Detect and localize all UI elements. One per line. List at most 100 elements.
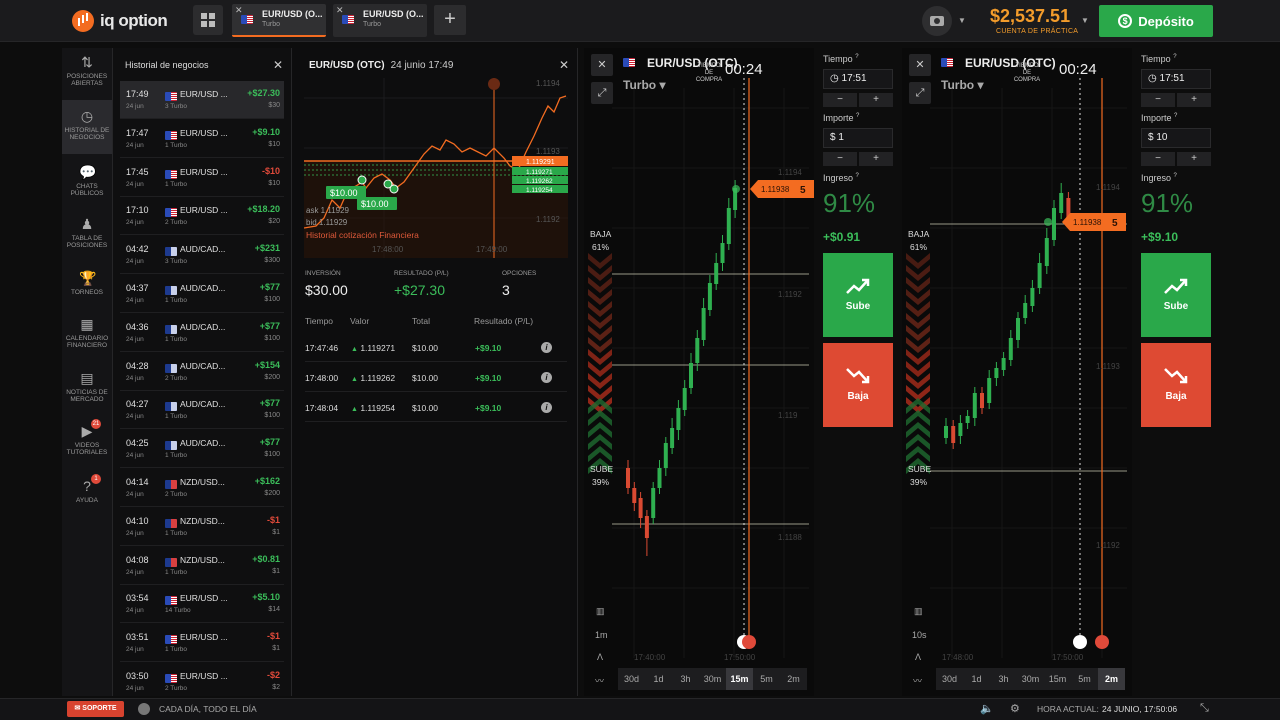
trade-row[interactable]: 17:45 24 jun EUR/USD ... 1 Turbo -$10 $10 — [120, 159, 284, 197]
timeframe-5m[interactable]: 5m — [1071, 668, 1098, 690]
info-icon[interactable]: i — [541, 372, 552, 383]
info-icon[interactable]: i — [541, 402, 552, 413]
gear-icon[interactable]: ⚙ — [1010, 702, 1020, 715]
put-button[interactable]: Baja — [1141, 343, 1211, 427]
time-increase-button[interactable]: + — [859, 93, 893, 107]
close-icon[interactable]: ✕ — [909, 54, 931, 76]
chart-type-icon[interactable]: 〰 — [595, 674, 604, 687]
time-decrease-button[interactable]: − — [823, 93, 857, 107]
expiry-time-field[interactable]: ◷ 17:51 — [823, 69, 893, 89]
chart-pane-1[interactable]: 1.11938 5 1.1194 1.1192 1.119 1.1188 17:40:00 1… — [584, 48, 814, 696]
amount-increase-button[interactable]: + — [1177, 152, 1211, 166]
candle-body — [1008, 338, 1013, 360]
call-button[interactable]: Sube — [1141, 253, 1211, 337]
price-chart-2[interactable]: 1.11938 5 1.1194 1.1193 1.1192 17:48:00 17:50:… — [902, 48, 1132, 696]
trade-row[interactable]: 04:08 24 jun NZD/USD... 1 Turbo +$0.81 $1 — [120, 547, 284, 585]
timeframe-30d[interactable]: 30d — [618, 668, 645, 690]
indicators-icon[interactable]: ▥ — [914, 606, 923, 617]
trade-row[interactable]: 04:27 24 jun AUD/CAD... 1 Turbo +$77 $100 — [120, 391, 284, 430]
amount-decrease-button[interactable]: − — [1141, 152, 1175, 166]
nav-leaderboard[interactable]: ♟ TABLA DE POSICIONES — [62, 216, 112, 249]
close-icon[interactable]: ✕ — [273, 58, 283, 72]
put-button[interactable]: Baja — [823, 343, 893, 427]
expand-icon[interactable]: ⤢ — [591, 82, 613, 104]
trade-row[interactable]: 04:36 24 jun AUD/CAD... 1 Turbo +$77 $100 — [120, 314, 284, 352]
trade-result: +$162 — [254, 476, 280, 486]
detail-row[interactable]: 17:48:00 ▲ 1.119262 $10.00 +$9.10 i — [305, 363, 567, 392]
nav-video-tutorials[interactable]: ▶ 21 VIDEOS TUTORIALES — [62, 419, 112, 456]
timeframe-2m[interactable]: 2m — [1098, 668, 1125, 690]
amount-field[interactable]: $ 1 — [823, 128, 893, 148]
pane-asset-name[interactable]: EUR/USD (OTC) — [965, 56, 1056, 70]
timeframe-2m[interactable]: 2m — [780, 668, 807, 690]
time-increase-button[interactable]: + — [1177, 93, 1211, 107]
nav-tournaments[interactable]: 🏆 TORNEOS — [62, 270, 112, 296]
asset-tab-1[interactable]: ✕ EUR/USD (O... Turbo — [232, 4, 326, 37]
timeframe-3h[interactable]: 3h — [672, 668, 699, 690]
close-icon[interactable]: ✕ — [559, 58, 569, 72]
nav-open-positions[interactable]: ⇅ POSICIONES ABIERTAS — [62, 54, 112, 87]
time-decrease-button[interactable]: − — [1141, 93, 1175, 107]
asset-grid-button[interactable] — [193, 5, 223, 35]
history-link[interactable]: Historial cotización Financiera — [306, 230, 419, 240]
trade-row[interactable]: 04:10 24 jun NZD/USD... 1 Turbo -$1 $1 — [120, 508, 284, 546]
amount-field[interactable]: $ 10 — [1141, 128, 1211, 148]
timeframe-3h[interactable]: 3h — [990, 668, 1017, 690]
trade-row[interactable]: 04:28 24 jun AUD/CAD... 2 Turbo +$154 $200 — [120, 353, 284, 391]
expand-icon[interactable]: ⤢ — [909, 82, 931, 104]
timeframe-30m[interactable]: 30m — [1017, 668, 1044, 690]
pane-type[interactable]: Turbo ▾ — [623, 78, 665, 92]
nav-trade-history[interactable]: ◷ HISTORIAL DE NEGOCIOS — [62, 100, 112, 154]
price-chart-1[interactable]: 1.11938 5 1.1194 1.1192 1.119 1.1188 17:40:00 1… — [584, 48, 814, 696]
drawing-tools-icon[interactable]: Λ — [915, 652, 921, 662]
indicators-icon[interactable]: ▥ — [596, 606, 605, 617]
nav-public-chats[interactable]: 💬 CHATS PÚBLICOS — [62, 164, 112, 197]
timeframe-15m[interactable]: 15m — [1044, 668, 1071, 690]
balance[interactable]: $2,537.51 CUENTA DE PRÁCTICA — [990, 6, 1078, 35]
chart-pane-2[interactable]: 1.11938 5 1.1194 1.1193 1.1192 17:48:00 17:50:… — [902, 48, 1132, 696]
trade-row[interactable]: 04:37 24 jun AUD/CAD... 1 Turbo +$77 $100 — [120, 275, 284, 313]
info-icon[interactable]: i — [541, 342, 552, 353]
nav-news[interactable]: ▤ NOTICIAS DE MERCADO — [62, 370, 112, 403]
nav-help[interactable]: ? 1 AYUDA — [62, 474, 112, 504]
asset-tab-2[interactable]: ✕ EUR/USD (O... Turbo — [333, 4, 427, 37]
timeframe-1d[interactable]: 1d — [963, 668, 990, 690]
trade-row[interactable]: 17:10 24 jun EUR/USD ... 2 Turbo +$18.20 $20 — [120, 197, 284, 236]
trade-row[interactable]: 04:25 24 jun AUD/CAD... 1 Turbo +$77 $100 — [120, 430, 284, 469]
volume-icon[interactable]: 🔈 — [980, 702, 994, 715]
timeframe-30m[interactable]: 30m — [699, 668, 726, 690]
interval-selector[interactable]: 1m — [595, 630, 608, 640]
nav-calendar[interactable]: ▦ CALENDARIO FINANCIERO — [62, 316, 112, 349]
mini-price-chart[interactable]: 1.1194 1.1193 1.1192 1.119291 1.119271 1… — [304, 78, 568, 258]
trade-row[interactable]: 03:51 24 jun EUR/USD ... 1 Turbo -$1 $1 — [120, 624, 284, 663]
timeframe-30d[interactable]: 30d — [936, 668, 963, 690]
deposit-button[interactable]: $ Depósito — [1099, 5, 1213, 37]
fullscreen-icon[interactable]: ⤡ — [1200, 702, 1209, 715]
support-button[interactable]: ✉ SOPORTE — [67, 701, 124, 717]
close-icon[interactable]: ✕ — [591, 54, 613, 76]
drawing-tools-icon[interactable]: Λ — [597, 652, 603, 662]
trade-row[interactable]: 17:49 24 jun EUR/USD ... 3 Turbo +$27.30 $30 — [120, 81, 284, 119]
chevron-down-icon[interactable]: ▼ — [1081, 16, 1089, 25]
chart-type-icon[interactable]: 〰 — [913, 674, 922, 687]
trade-row[interactable]: 03:50 24 jun EUR/USD ... 2 Turbo -$2 $2 — [120, 663, 284, 701]
timeframe-1d[interactable]: 1d — [645, 668, 672, 690]
timeframe-15m[interactable]: 15m — [726, 668, 753, 690]
expiry-time-field[interactable]: ◷ 17:51 — [1141, 69, 1211, 89]
amount-increase-button[interactable]: + — [859, 152, 893, 166]
trade-row[interactable]: 17:47 24 jun EUR/USD ... 1 Turbo +$9.10 $10 — [120, 120, 284, 158]
detail-row[interactable]: 17:48:04 ▲ 1.119254 $10.00 +$9.10 i — [305, 393, 567, 422]
pane-type[interactable]: Turbo ▾ — [941, 78, 983, 92]
chevron-down-icon[interactable]: ▼ — [958, 16, 966, 25]
camera-icon[interactable] — [922, 6, 952, 36]
logo[interactable]: iq option — [72, 9, 168, 33]
trade-row[interactable]: 04:14 24 jun NZD/USD... 2 Turbo +$162 $200 — [120, 469, 284, 507]
trade-row[interactable]: 03:54 24 jun EUR/USD ... 14 Turbo +$5.10 $14 — [120, 585, 284, 624]
timeframe-5m[interactable]: 5m — [753, 668, 780, 690]
trade-row[interactable]: 04:42 24 jun AUD/CAD... 3 Turbo +$231 $300 — [120, 236, 284, 275]
interval-selector[interactable]: 10s — [912, 630, 927, 640]
detail-row[interactable]: 17:47:46 ▲ 1.119271 $10.00 +$9.10 i — [305, 333, 567, 362]
call-button[interactable]: Sube — [823, 253, 893, 337]
amount-decrease-button[interactable]: − — [823, 152, 857, 166]
add-tab-button[interactable]: + — [434, 5, 466, 35]
